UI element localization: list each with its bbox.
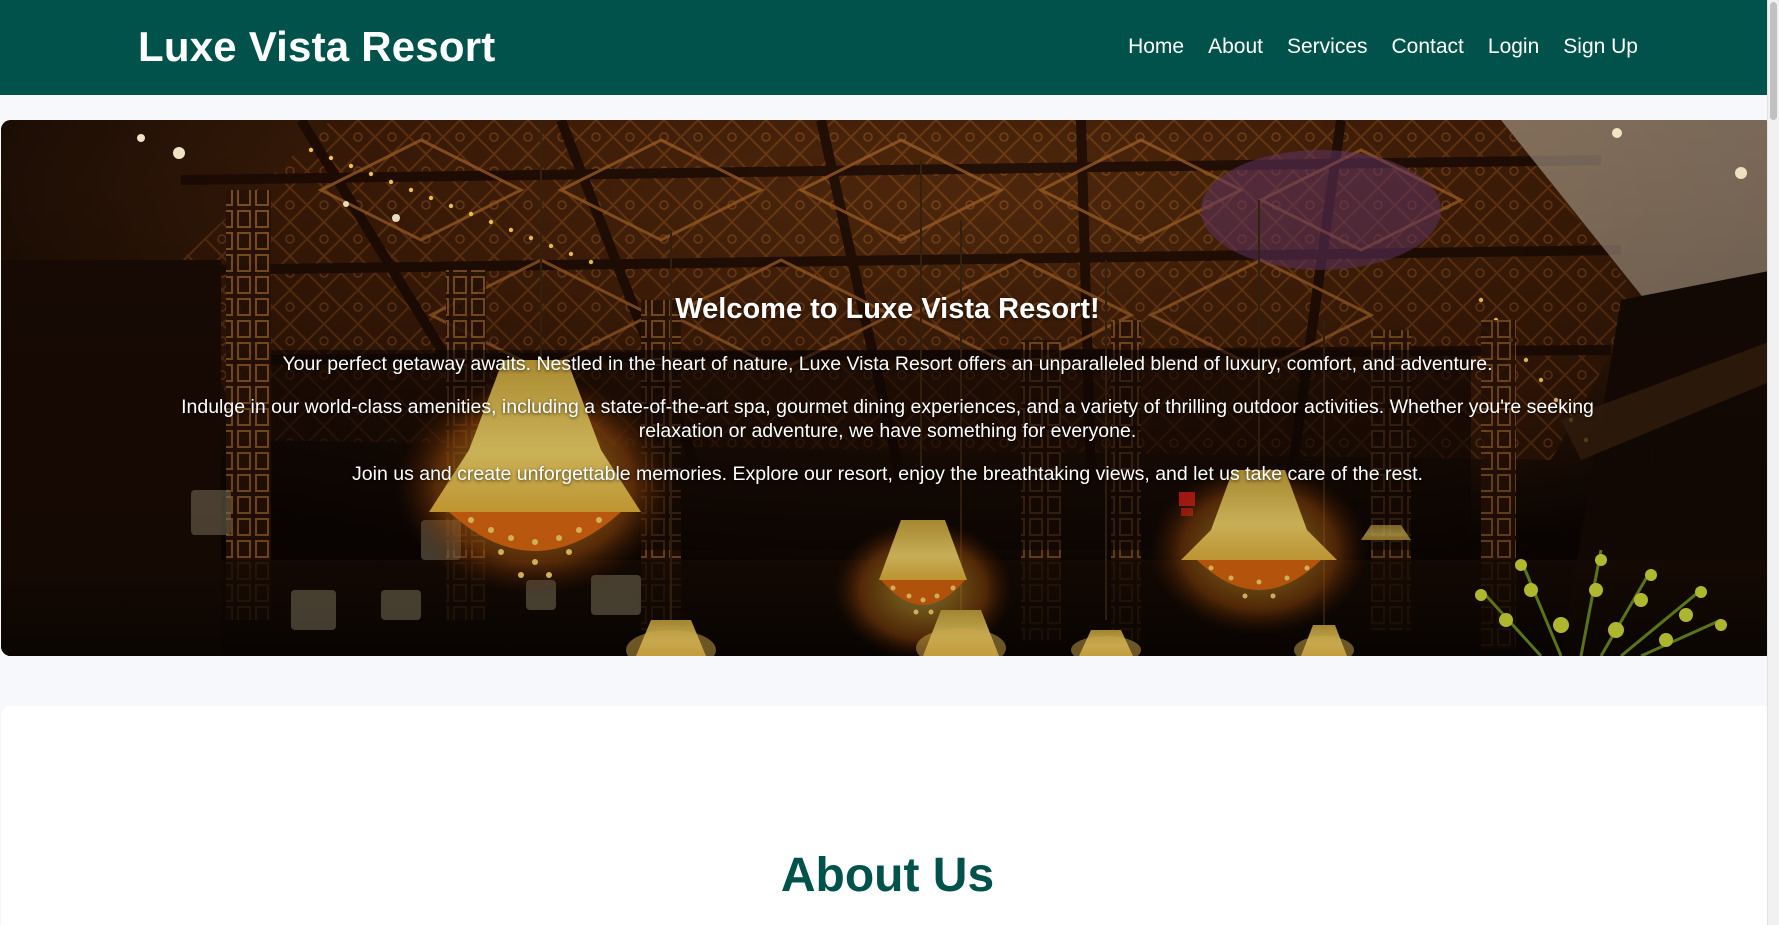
page: Luxe Vista Resort Home About Services Co…	[0, 0, 1779, 925]
nav-login-link[interactable]: Login	[1488, 33, 1539, 60]
about-section: About Us	[1, 706, 1774, 925]
site-header: Luxe Vista Resort Home About Services Co…	[0, 0, 1779, 95]
hero-title: Welcome to Luxe Vista Resort!	[675, 293, 1100, 325]
main-nav: Home About Services Contact Login Sign U…	[1128, 33, 1638, 60]
scrollbar-thumb[interactable]	[1770, 2, 1777, 120]
nav-about-link[interactable]: About	[1208, 33, 1263, 60]
nav-contact-link[interactable]: Contact	[1392, 33, 1464, 60]
hero-paragraph-intro: Your perfect getaway awaits. Nestled in …	[282, 353, 1493, 375]
nav-home-link[interactable]: Home	[1128, 33, 1184, 60]
hero-paragraph-amenities: Indulge in our world-class amenities, in…	[181, 396, 1594, 442]
page-scrollbar[interactable]	[1767, 0, 1779, 925]
hero-paragraph-invitation: Join us and create unforgettable memorie…	[352, 463, 1423, 485]
about-title: About Us	[780, 849, 995, 902]
site-logo-text[interactable]: Luxe Vista Resort	[138, 22, 495, 72]
hero-overlay	[1, 120, 1774, 656]
hero-banner: Welcome to Luxe Vista Resort! Your perfe…	[1, 120, 1774, 656]
nav-signup-link[interactable]: Sign Up	[1563, 33, 1638, 60]
nav-services-link[interactable]: Services	[1287, 33, 1368, 60]
